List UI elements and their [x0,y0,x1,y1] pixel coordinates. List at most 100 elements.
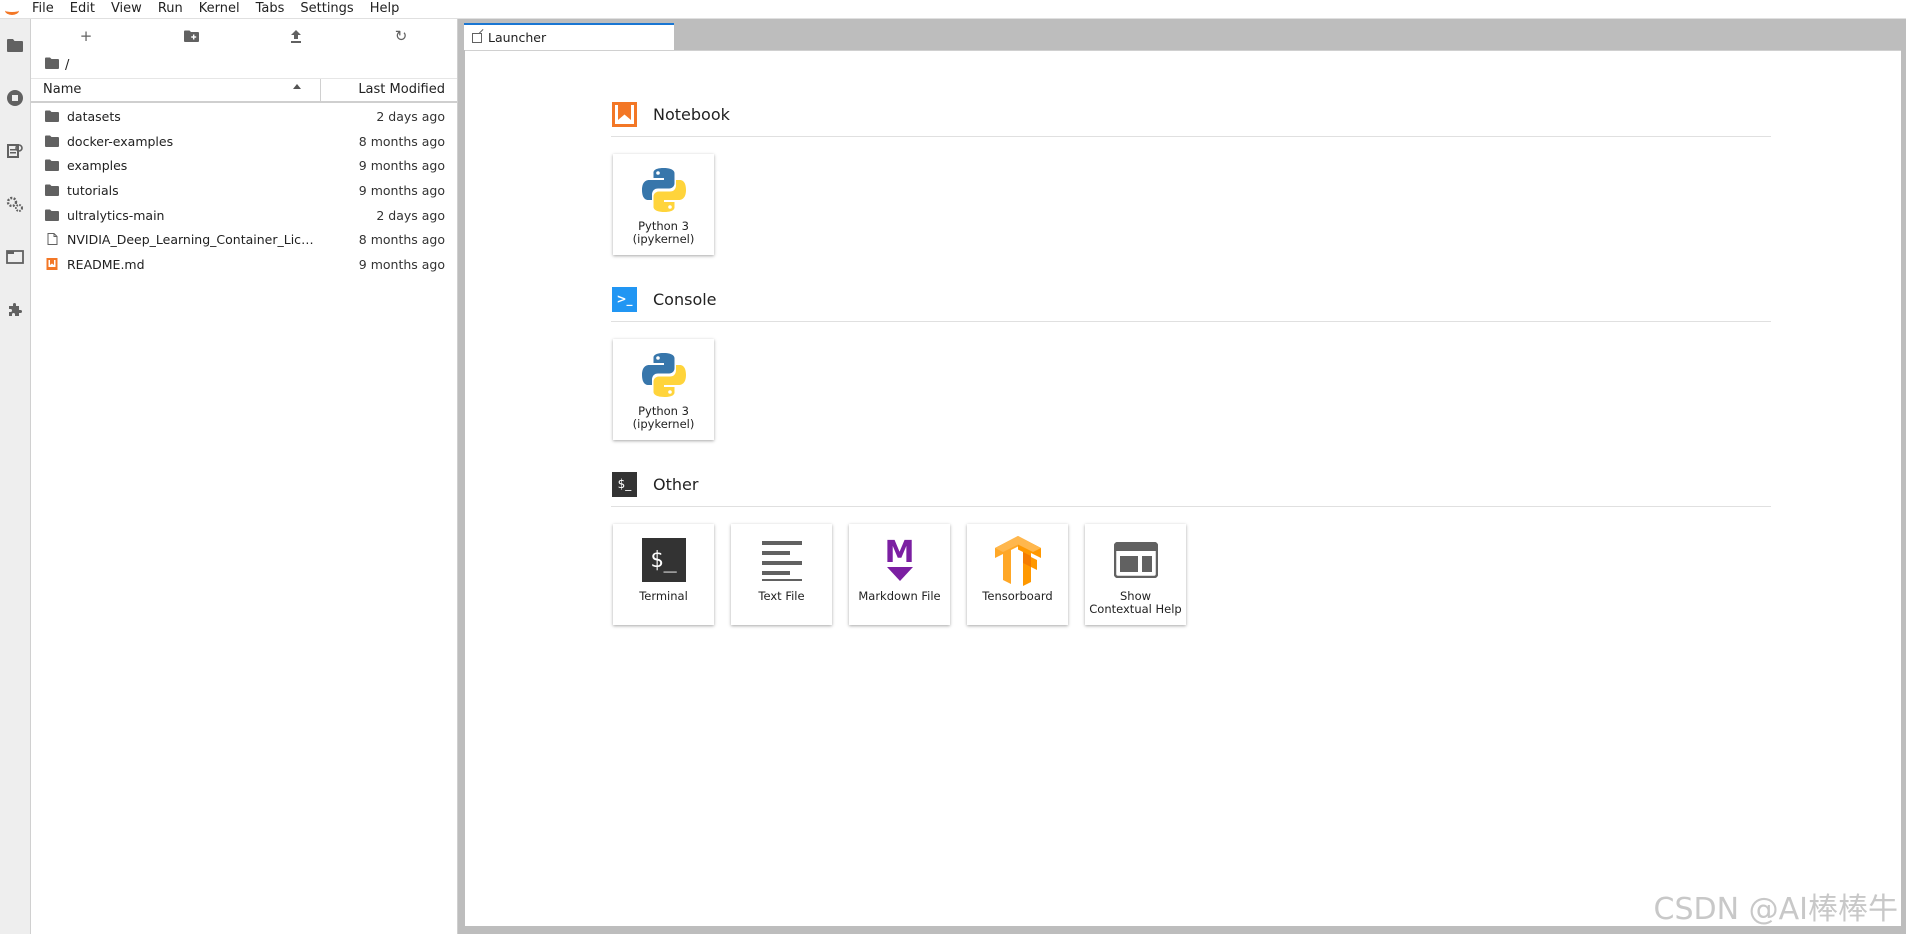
upload-icon[interactable] [286,27,306,45]
terminal-glyph: $_ [641,538,686,582]
card-label: Markdown File [858,589,941,603]
card-label: Python 3 (ipykernel) [632,404,695,431]
notebook-python3-card[interactable]: Python 3 (ipykernel) [613,154,714,255]
file-modified: 8 months ago [358,232,445,248]
file-row-examples[interactable]: examples 9 months ago [31,153,457,178]
section-title: Other [653,474,699,494]
extensions-icon[interactable] [0,296,30,324]
menu-file[interactable]: File [24,1,62,17]
section-title: Console [653,289,717,309]
file-list-header: Name Last Modified [31,78,457,103]
folder-icon [45,184,59,197]
markdown-file-card[interactable]: M Markdown File [849,524,950,625]
section-divider [611,506,1771,507]
markdown-icon: M [874,534,926,586]
text-file-card[interactable]: Text File [731,524,832,625]
column-name-header[interactable]: Name [43,82,81,97]
other-glyph: $_ [617,477,632,491]
card-label: Python 3 (ipykernel) [632,219,695,246]
menu-settings[interactable]: Settings [292,1,361,17]
file-modified: 9 months ago [358,158,445,174]
terminal-section-icon: $_ [612,471,637,497]
tab-label: Launcher [488,30,547,45]
menu-help[interactable]: Help [362,1,408,17]
breadcrumb: / [45,55,69,75]
new-launcher-button[interactable]: + [76,27,96,45]
column-last-modified-header[interactable]: Last Modified [358,82,445,97]
file-name: examples [67,158,128,174]
launcher-panel: Notebook Python 3 (ipykernel) >_ Console [465,50,1901,926]
menu-tabs[interactable]: Tabs [248,1,293,17]
file-modified: 2 days ago [376,207,445,223]
notebook-icon [612,101,637,127]
console-icon: >_ [612,286,637,312]
section-console: >_ Console [612,286,717,312]
file-modified: 2 days ago [376,109,445,124]
folder-icon[interactable] [0,31,30,59]
new-folder-icon[interactable] [181,27,201,45]
menu-kernel[interactable]: Kernel [191,1,248,17]
commands-icon[interactable] [0,137,30,165]
activity-bar [0,19,31,934]
file-row-tutorials[interactable]: tutorials 9 months ago [31,178,457,203]
tab-bar: Launcher [458,19,1906,50]
file-list: datasets 2 days ago docker-examples 8 mo… [31,104,457,277]
launcher-tab-icon [472,32,482,43]
menu-run[interactable]: Run [150,1,191,17]
markdown-file-icon [46,258,58,271]
markdown-glyph: M [884,535,915,570]
sort-ascending-icon [293,84,301,89]
folder-icon[interactable] [45,57,59,73]
python-logo-icon [638,164,690,216]
section-title: Notebook [653,104,730,124]
file-row-readme[interactable]: README.md 9 months ago [31,252,457,277]
file-name: ultralytics-main [67,207,165,223]
menu-view[interactable]: View [103,1,150,17]
file-row-datasets[interactable]: datasets 2 days ago [31,104,457,129]
tensorflow-logo-icon [992,534,1044,586]
tensorboard-card[interactable]: Tensorboard [967,524,1068,625]
menu-bar: File Edit View Run Kernel Tabs Settings … [0,0,1906,19]
file-modified: 9 months ago [358,257,445,273]
tab-launcher[interactable]: Launcher [464,23,674,50]
console-python3-card[interactable]: Python 3 (ipykernel) [613,339,714,440]
text-file-icon [756,534,808,586]
card-label: Terminal [639,589,688,603]
file-row-docker-examples[interactable]: docker-examples 8 months ago [31,129,457,154]
section-divider [611,321,1771,322]
running-icon[interactable] [0,84,30,112]
file-name: docker-examples [67,133,174,149]
file-row-ultralytics-main[interactable]: ultralytics-main 2 days ago [31,203,457,228]
card-label: Show Contextual Help [1089,589,1182,616]
column-divider[interactable] [320,79,321,101]
file-browser-toolbar: + ↻ [31,19,457,53]
watermark: CSDN @AI棒棒牛 [1653,892,1898,927]
card-label: Text File [758,589,805,603]
folder-icon [45,209,59,221]
section-notebook: Notebook [612,101,730,127]
terminal-card[interactable]: $_ Terminal [613,524,714,625]
file-name: datasets [67,109,121,124]
tabs-icon[interactable] [0,243,30,271]
file-browser: + ↻ / Name Last Modified datasets 2 days… [31,19,458,934]
card-label: Tensorboard [982,589,1053,603]
jupyter-logo-icon [0,0,24,18]
folder-icon [45,135,59,147]
folder-icon [45,110,59,122]
section-divider [611,136,1771,137]
file-name: README.md [67,257,145,273]
file-name: NVIDIA_Deep_Learning_Container_License..… [67,232,319,248]
file-modified: 9 months ago [358,183,445,199]
breadcrumb-root[interactable]: / [65,58,69,73]
console-glyph: >_ [616,292,633,306]
contextual-help-icon [1110,534,1162,586]
file-modified: 8 months ago [358,133,445,149]
property-inspector-icon[interactable] [0,190,30,218]
file-name: tutorials [67,183,119,199]
folder-icon [45,159,59,172]
section-other: $_ Other [612,471,698,497]
menu-edit[interactable]: Edit [62,1,103,17]
show-contextual-help-card[interactable]: Show Contextual Help [1085,524,1186,625]
file-row-nvidia-license[interactable]: NVIDIA_Deep_Learning_Container_License..… [31,227,457,252]
refresh-button[interactable]: ↻ [391,27,411,45]
